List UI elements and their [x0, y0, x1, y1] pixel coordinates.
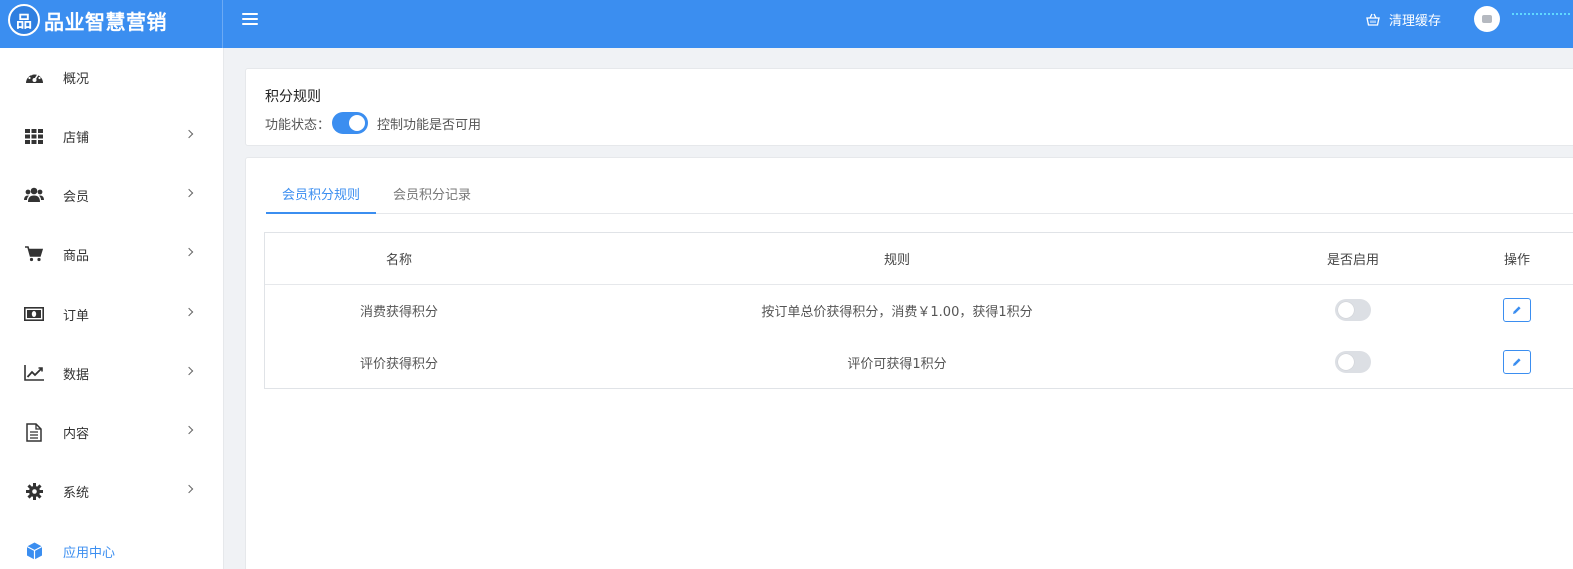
- rule-description: 按订单总价获得积分，消费￥1.00，获得1积分: [761, 305, 1033, 320]
- avatar[interactable]: [1474, 6, 1500, 32]
- sidebar-item-app-center[interactable]: 应用中心: [0, 531, 224, 569]
- sidebar-item-content[interactable]: 内容: [0, 412, 224, 452]
- sidebar-item-label: 内容: [63, 427, 90, 442]
- header-divider: [222, 0, 223, 48]
- status-label: 功能状态：: [265, 117, 331, 133]
- sidebar-item-label: 商品: [63, 249, 90, 264]
- points-rules-table: 名称 规则 是否启用 操作 消费获得积分 按订单总价获得积分，消费￥1.00，获…: [264, 232, 1573, 389]
- sidebar-item-members[interactable]: 会员: [0, 175, 224, 215]
- chevron-right-icon: [184, 307, 194, 317]
- document-icon: [24, 422, 44, 442]
- chevron-right-icon: [184, 366, 194, 376]
- sidebar-item-label: 会员: [63, 190, 90, 205]
- rule-name: 消费获得积分: [359, 305, 438, 320]
- sidebar-item-label: 数据: [63, 368, 90, 383]
- tab-member-points-records[interactable]: 会员积分记录: [382, 178, 482, 214]
- sidebar-item-system[interactable]: 系统: [0, 471, 224, 511]
- clear-cache-button[interactable]: 清理缓存: [1366, 9, 1441, 29]
- function-status-toggle[interactable]: [332, 112, 369, 134]
- cube-icon: [24, 542, 44, 560]
- sidebar: 概况 店铺 会员 商品 订单 数据 内容 系统 应用中心: [0, 48, 224, 569]
- column-header-enabled: 是否启用: [1326, 253, 1379, 268]
- cart-icon: [24, 245, 44, 263]
- chevron-right-icon: [184, 188, 194, 198]
- top-header: 品 品业智慧营销 清理缓存: [0, 0, 1573, 48]
- column-header-name: 名称: [385, 253, 412, 268]
- sidebar-item-label: 系统: [63, 486, 90, 501]
- users-icon: [24, 186, 44, 204]
- sidebar-item-label: 概况: [63, 72, 90, 87]
- gear-icon: [24, 482, 44, 500]
- dashboard-icon: [24, 68, 44, 86]
- line-chart-icon: [24, 364, 44, 382]
- logo-badge-icon: 品: [8, 4, 40, 36]
- pencil-icon: [1513, 306, 1521, 314]
- status-hint: 控制功能是否可用: [377, 117, 482, 133]
- rule-enabled-toggle[interactable]: [1335, 351, 1371, 373]
- sidebar-item-products[interactable]: 商品: [0, 234, 224, 274]
- avatar-placeholder-icon: [1482, 15, 1492, 23]
- sidebar-item-orders[interactable]: 订单: [0, 294, 224, 334]
- points-rules-card: 积分规则 功能状态： 控制功能是否可用: [245, 68, 1573, 146]
- pencil-icon: [1513, 358, 1521, 366]
- rule-description: 评价可获得1积分: [847, 357, 947, 372]
- sidebar-item-store[interactable]: 店铺: [0, 116, 224, 156]
- tab-member-points-rules[interactable]: 会员积分规则: [266, 178, 376, 214]
- sidebar-item-label: 店铺: [63, 131, 90, 146]
- grid-icon: [24, 127, 44, 145]
- sidebar-item-data[interactable]: 数据: [0, 353, 224, 393]
- app-logo[interactable]: 品 品业智慧营销: [8, 4, 167, 36]
- column-header-rule: 规则: [883, 253, 910, 268]
- menu-toggle-icon[interactable]: [242, 12, 258, 26]
- table-row: 评价获得积分 评价可获得1积分: [265, 337, 1573, 389]
- table-row: 消费获得积分 按订单总价获得积分，消费￥1.00，获得1积分: [265, 285, 1573, 337]
- table-header: 名称 规则 是否启用 操作: [265, 233, 1573, 285]
- rule-name: 评价获得积分: [359, 357, 438, 372]
- edit-button[interactable]: [1503, 350, 1531, 374]
- tab-bar: 会员积分规则 会员积分记录: [266, 178, 1573, 214]
- page-title: 积分规则: [265, 89, 321, 105]
- edit-button[interactable]: [1503, 298, 1531, 322]
- sidebar-item-label: 订单: [63, 309, 90, 324]
- app-name: 品业智慧营销: [44, 9, 167, 34]
- user-name-redacted[interactable]: [1512, 13, 1570, 19]
- function-status-row: 功能状态： 控制功能是否可用: [265, 112, 481, 134]
- sidebar-item-overview[interactable]: 概况: [0, 57, 224, 97]
- chevron-right-icon: [184, 484, 194, 494]
- chevron-right-icon: [184, 247, 194, 257]
- points-main-card: 会员积分规则 会员积分记录 名称 规则 是否启用 操作 消费获得积分 按订单总价…: [245, 157, 1573, 569]
- chevron-right-icon: [184, 425, 194, 435]
- money-icon: [24, 305, 44, 323]
- column-header-actions: 操作: [1503, 253, 1530, 268]
- rule-enabled-toggle[interactable]: [1335, 299, 1371, 321]
- sidebar-item-label: 应用中心: [63, 546, 116, 561]
- clear-cache-label: 清理缓存: [1389, 13, 1442, 29]
- chevron-right-icon: [184, 129, 194, 139]
- basket-icon: [1366, 13, 1380, 26]
